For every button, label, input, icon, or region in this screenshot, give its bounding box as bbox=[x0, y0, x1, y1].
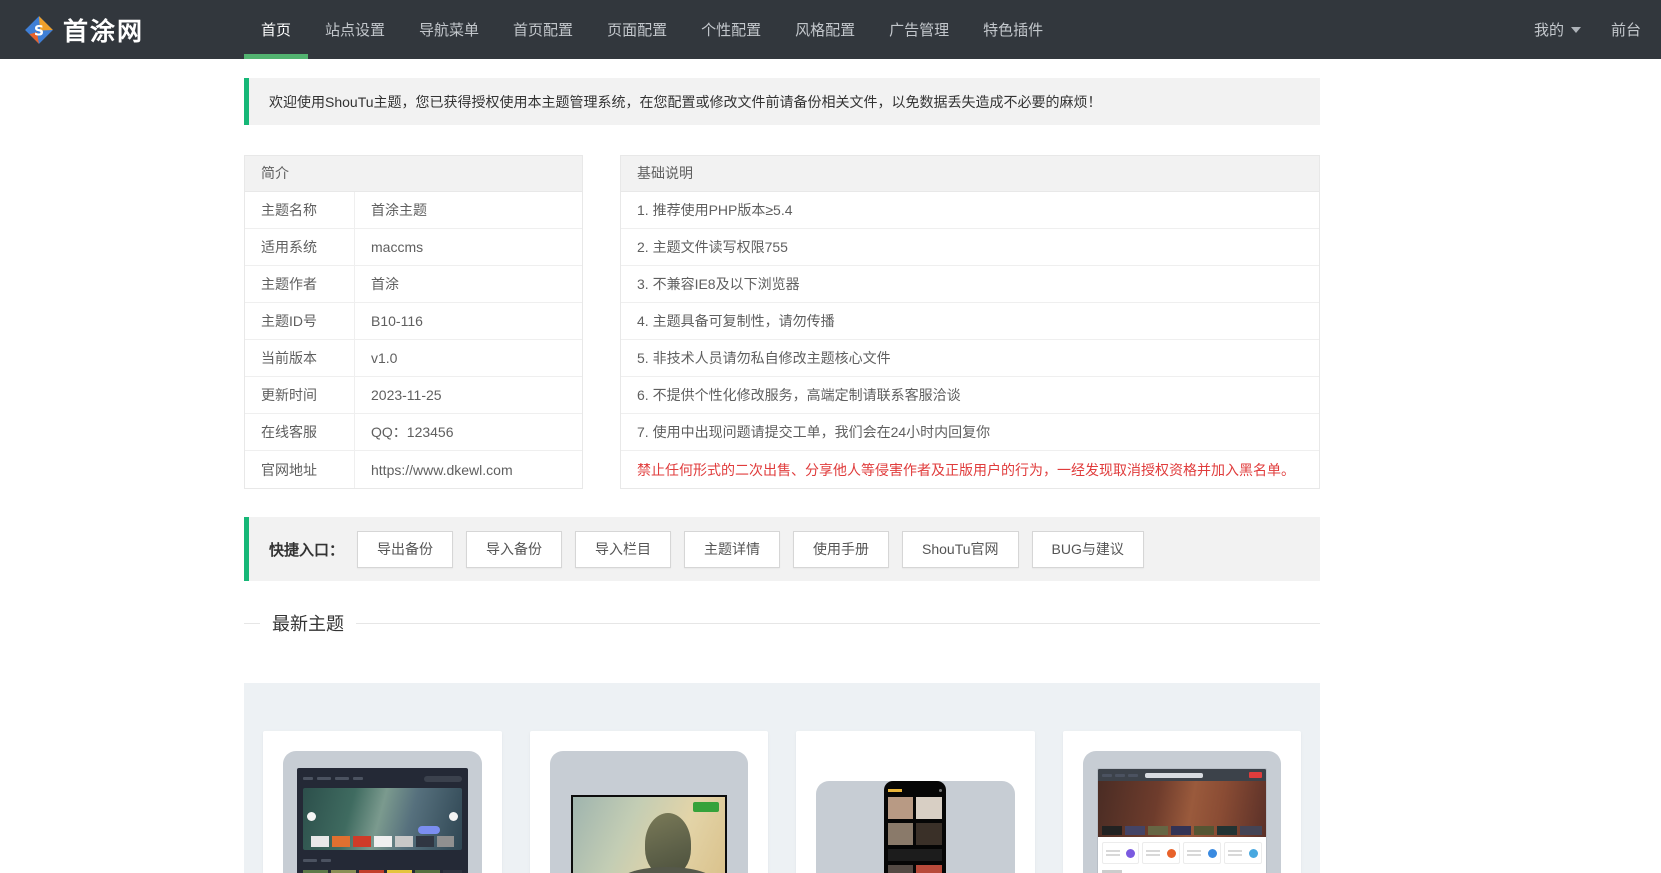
chevron-down-icon bbox=[1570, 26, 1581, 33]
table-row: 官网地址 https://www.dkewl.com bbox=[245, 451, 582, 488]
latest-themes-section bbox=[244, 683, 1320, 873]
brand-name: 首涂网 bbox=[63, 17, 145, 46]
brand-logo[interactable]: S 首涂网 bbox=[24, 0, 144, 59]
note-item: 5. 非技术人员请勿私自修改主题核心文件 bbox=[621, 340, 1319, 377]
note-item: 6. 不提供个性化修改服务，高端定制请联系客服洽谈 bbox=[621, 377, 1319, 414]
table-row: 主题名称 首涂主题 bbox=[245, 192, 582, 229]
note-item: 7. 使用中出现问题请提交工单，我们会在24小时内回复你 bbox=[621, 414, 1319, 451]
intro-row-value: 首涂 bbox=[371, 276, 399, 292]
table-row: 主题作者 首涂 bbox=[245, 266, 582, 303]
nav-item-personal-config[interactable]: 个性配置 bbox=[684, 0, 778, 59]
intro-row-value: maccms bbox=[371, 239, 424, 255]
user-manual-button[interactable]: 使用手册 bbox=[793, 530, 890, 568]
nav-item-site-settings[interactable]: 站点设置 bbox=[308, 0, 402, 59]
table-row: 当前版本 v1.0 bbox=[245, 340, 582, 377]
carousel-banner bbox=[303, 788, 462, 850]
latest-themes-heading: 最新主题 bbox=[244, 603, 1320, 643]
theme-details-button[interactable]: 主题详情 bbox=[684, 530, 781, 568]
theme-card-3[interactable] bbox=[796, 731, 1035, 873]
carousel-next-icon bbox=[448, 812, 458, 821]
theme-thumbnail-light-desktop bbox=[1082, 751, 1281, 873]
logo-icon: S bbox=[24, 15, 54, 45]
nav-item-home[interactable]: 首页 bbox=[244, 0, 309, 59]
intro-row-value: v1.0 bbox=[371, 350, 398, 366]
quick-entry-bar: 快捷入口： 导出备份 导入备份 导入栏目 主题详情 使用手册 ShouTu官网 … bbox=[244, 517, 1320, 581]
top-navbar: S 首涂网 首页 站点设置 导航菜单 首页配置 页面配置 个性配置 风格配置 广… bbox=[0, 0, 1661, 59]
main-nav: 首页 站点设置 导航菜单 首页配置 页面配置 个性配置 风格配置 广告管理 特色… bbox=[244, 0, 1060, 59]
intro-row-label: 主题ID号 bbox=[245, 303, 355, 339]
intro-row-label: 在线客服 bbox=[245, 414, 355, 450]
divider-line bbox=[244, 622, 260, 624]
hero-banner bbox=[1097, 781, 1266, 837]
carousel-prev-icon bbox=[307, 812, 316, 821]
nav-my-dropdown[interactable]: 我的 bbox=[1534, 19, 1581, 40]
theme-thumbnail-mobile bbox=[816, 781, 1015, 873]
notes-panel: 基础说明 1. 推荐使用PHP版本≥5.4 2. 主题文件读写权限755 3. … bbox=[620, 155, 1320, 489]
nav-frontend-label: 前台 bbox=[1610, 22, 1641, 39]
nav-item-featured-plugins[interactable]: 特色插件 bbox=[966, 0, 1060, 59]
piracy-warning-text: 禁止任何形式的二次出售、分享他人等侵害作者及正版用户的行为，一经发现取消授权资格… bbox=[637, 461, 1295, 478]
intro-row-label: 适用系统 bbox=[245, 229, 355, 265]
notes-panel-title: 基础说明 bbox=[621, 156, 1319, 192]
nav-item-ad-management[interactable]: 广告管理 bbox=[872, 0, 966, 59]
nav-item-nav-menu[interactable]: 导航菜单 bbox=[402, 0, 496, 59]
intro-panel-title: 简介 bbox=[245, 156, 582, 192]
divider-line bbox=[356, 622, 1320, 624]
import-columns-button[interactable]: 导入栏目 bbox=[575, 530, 672, 568]
note-item: 3. 不兼容IE8及以下浏览器 bbox=[621, 266, 1319, 303]
nav-my-label: 我的 bbox=[1533, 22, 1564, 39]
theme-card-1[interactable] bbox=[263, 731, 502, 873]
table-row: 主题ID号 B10-116 bbox=[245, 303, 582, 340]
shoutu-official-site-button[interactable]: ShouTu官网 bbox=[902, 530, 1019, 568]
bug-suggestion-button[interactable]: BUG与建议 bbox=[1031, 530, 1144, 568]
welcome-banner: 欢迎使用ShouTu主题，您已获得授权使用本主题管理系统，在您配置或修改文件前请… bbox=[244, 78, 1320, 125]
table-row: 在线客服 QQ：123456 bbox=[245, 414, 582, 451]
nav-frontend-link[interactable]: 前台 bbox=[1611, 19, 1641, 40]
intro-row-label: 当前版本 bbox=[245, 340, 355, 376]
table-row: 更新时间 2023-11-25 bbox=[245, 377, 582, 414]
nav-item-style-config[interactable]: 风格配置 bbox=[778, 0, 872, 59]
official-site-url: https://www.dkewl.com bbox=[371, 461, 513, 478]
svg-text:S: S bbox=[34, 23, 44, 39]
latest-themes-title: 最新主题 bbox=[272, 614, 344, 634]
intro-row-label: 主题作者 bbox=[245, 266, 355, 302]
note-item: 2. 主题文件读写权限755 bbox=[621, 229, 1319, 266]
info-panels: 简介 主题名称 首涂主题 适用系统 maccms 主题作者 首涂 主题ID号 B… bbox=[244, 155, 1320, 489]
intro-panel: 简介 主题名称 首涂主题 适用系统 maccms 主题作者 首涂 主题ID号 B… bbox=[244, 155, 583, 489]
intro-row-label: 主题名称 bbox=[245, 192, 355, 228]
intro-row-value: 首涂主题 bbox=[371, 202, 427, 218]
intro-row-label: 更新时间 bbox=[245, 377, 355, 413]
theme-card-2[interactable] bbox=[529, 731, 768, 873]
table-row: 适用系统 maccms bbox=[245, 229, 582, 266]
theme-thumbnail-video-player bbox=[549, 751, 748, 873]
theme-thumbnail-dark-desktop bbox=[283, 751, 482, 873]
nav-item-page-config[interactable]: 页面配置 bbox=[590, 0, 684, 59]
theme-card-4[interactable] bbox=[1062, 731, 1301, 873]
note-item: 1. 推荐使用PHP版本≥5.4 bbox=[621, 192, 1319, 229]
export-backup-button[interactable]: 导出备份 bbox=[357, 530, 454, 568]
nav-right-group: 我的 前台 bbox=[1534, 0, 1641, 59]
intro-row-label: 官网地址 bbox=[245, 451, 355, 488]
import-backup-button[interactable]: 导入备份 bbox=[466, 530, 563, 568]
intro-row-value: QQ：123456 bbox=[371, 424, 454, 440]
nav-item-home-config[interactable]: 首页配置 bbox=[496, 0, 590, 59]
intro-row-value: B10-116 bbox=[371, 313, 423, 329]
badge bbox=[692, 802, 719, 812]
intro-row-value: 2023-11-25 bbox=[371, 387, 442, 403]
welcome-text: 欢迎使用ShouTu主题，您已获得授权使用本主题管理系统，在您配置或修改文件前请… bbox=[269, 93, 1102, 110]
note-item: 4. 主题具备可复制性，请勿传播 bbox=[621, 303, 1319, 340]
quick-entry-label: 快捷入口： bbox=[269, 541, 345, 559]
